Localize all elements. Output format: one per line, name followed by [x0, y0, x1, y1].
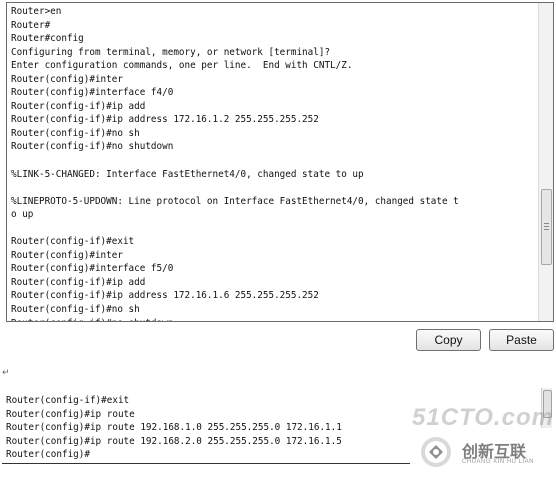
grip-line [544, 229, 549, 230]
terminal-line: Router(config-if)#no sh [11, 304, 140, 316]
grip-line [544, 223, 549, 224]
terminal-line: Router(config)#inter [11, 73, 123, 85]
terminal-line: Router(config)#interface f4/0 [11, 87, 174, 99]
terminal-line: Router(config-if)#ip address 172.16.1.6 … [11, 290, 319, 302]
terminal-line: Router#config [11, 33, 84, 45]
terminal-line: Router(config-if)#exit [11, 236, 135, 248]
terminal-line: Router(config-if)#no shutdown [11, 141, 174, 153]
terminal-line: Configuring from terminal, memory, or ne… [11, 46, 331, 58]
terminal-line: Router(config)#ip route 192.168.1.0 255.… [6, 422, 342, 434]
scrollbar-thumb[interactable] [541, 189, 552, 265]
terminal-line: Router(config-if)#exit [6, 395, 130, 406]
paragraph-mark: ↵ [2, 368, 10, 378]
terminal-line: Router>en [11, 6, 62, 17]
paste-button[interactable]: Paste [489, 329, 554, 351]
terminal-line: Router(config)# [6, 449, 90, 461]
terminal-line: Router(config)#interface f5/0 [11, 263, 174, 275]
terminal-line: Enter configuration commands, one per li… [11, 60, 353, 72]
brand-name-en: CHUANG XIN HU LIAN [462, 459, 535, 465]
grip-line [544, 226, 549, 227]
terminal-line: Router(config-if)#ip add [11, 100, 146, 112]
terminal-line: Router(config)#ip route 192.168.2.0 255.… [6, 435, 342, 447]
watermark-text: 51CTO.com [412, 404, 554, 431]
terminal-line: %LINEPROTO-5-UPDOWN: Line protocol on In… [11, 195, 459, 207]
terminal-line: Router(config)#ip route [6, 408, 135, 420]
terminal-line: %LINK-5-CHANGED: Interface FastEthernet4… [11, 168, 364, 180]
terminal-line: Router(config-if)#ip add [11, 276, 146, 288]
terminal-line: Router# [11, 19, 51, 31]
terminal-output-secondary: Router(config-if)#exit Router(config)#ip … [6, 394, 342, 462]
terminal-output: Router>en Router# Router#config Configuring… [11, 5, 535, 321]
terminal-line: o up [11, 209, 34, 221]
terminal-line: Router(config)#inter [11, 249, 123, 261]
terminal-line: Router(config-if)#ip address 172.16.1.2 … [11, 114, 319, 126]
terminal-line: Router(config-if)#no sh [11, 127, 140, 139]
copy-button[interactable]: Copy [416, 329, 481, 351]
brand-logo-icon [421, 437, 451, 467]
terminal-line: Router(config-if)#no shutdown [11, 317, 535, 321]
vertical-scrollbar[interactable] [538, 3, 553, 321]
divider [2, 463, 410, 464]
terminal-console[interactable]: Router>en Router# Router#config Configuring… [6, 2, 554, 322]
